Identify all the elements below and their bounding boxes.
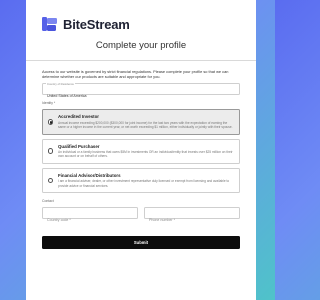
profile-card: BiteStream Complete your profile Access …: [26, 0, 256, 300]
page-title: Complete your profile: [95, 40, 187, 51]
option-title: Qualified Purchaser: [58, 143, 100, 149]
identity-option-qualified-purchaser[interactable]: Qualified Purchaser An individual or a f…: [42, 138, 240, 164]
contact-row: Country code * Phone number *: [42, 206, 240, 222]
option-title: Financial Advisor/Distributors: [58, 172, 121, 178]
submit-button[interactable]: Submit: [42, 235, 240, 249]
country-code-placeholder: Country code *: [47, 217, 71, 222]
option-description: An individual or a family business that …: [58, 150, 233, 159]
option-description: Annual income exceeding $200,000 ($300,0…: [58, 121, 233, 130]
phone-number-input[interactable]: Phone number *: [144, 206, 240, 222]
identity-option-accredited-investor[interactable]: Accredited Investor Annual income exceed…: [42, 109, 240, 135]
radio-unselected-icon[interactable]: [47, 148, 54, 154]
country-code-input[interactable]: Country code *: [42, 206, 138, 222]
option-description: I am a financial adviser, dealer, or oth…: [58, 179, 230, 188]
country-select[interactable]: Country of Residence United States of Am…: [42, 81, 240, 99]
brand-name: BiteStream: [63, 16, 130, 32]
header-divider: [26, 60, 256, 61]
country-label: Country of Residence: [46, 81, 75, 86]
identity-option-financial-advisor[interactable]: Financial Advisor/Distributors I am a fi…: [42, 167, 240, 193]
intro-text: Access to our website is governed by str…: [42, 69, 229, 80]
option-title: Accredited Investor: [58, 114, 99, 120]
radio-unselected-icon[interactable]: [47, 177, 54, 184]
phone-number-placeholder: Phone number *: [149, 217, 175, 222]
radio-selected-icon[interactable]: [47, 119, 54, 125]
country-value: United States of America: [47, 94, 87, 99]
contact-label: Contact: [42, 198, 54, 203]
brand-header: BiteStream: [42, 14, 240, 34]
bitestream-logo-icon: [42, 17, 57, 31]
identity-label: Identity *: [42, 101, 56, 106]
